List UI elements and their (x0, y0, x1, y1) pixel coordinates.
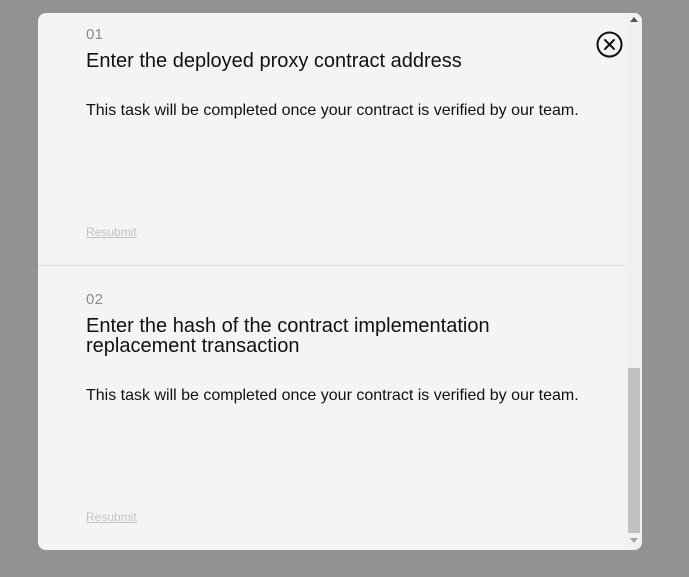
task-item: 02 Enter the hash of the contract implem… (38, 266, 625, 550)
scroll-up-arrow-icon[interactable] (630, 17, 638, 22)
task-description: This task will be completed once your co… (86, 387, 579, 404)
resubmit-link[interactable]: Resubmit (86, 510, 137, 524)
task-title: Enter the deployed proxy contract addres… (86, 50, 462, 72)
task-modal: 01 Enter the deployed proxy contract add… (38, 13, 642, 550)
modal-content: 01 Enter the deployed proxy contract add… (38, 13, 625, 550)
resubmit-link[interactable]: Resubmit (86, 225, 137, 239)
close-button[interactable] (596, 31, 623, 58)
vertical-scrollbar[interactable] (626, 13, 642, 550)
task-title: Enter the hash of the contract implement… (86, 315, 490, 357)
task-number: 01 (86, 26, 104, 43)
task-item: 01 Enter the deployed proxy contract add… (38, 13, 625, 266)
scrollbar-thumb[interactable] (628, 368, 640, 533)
task-number: 02 (86, 291, 104, 308)
scroll-down-arrow-icon[interactable] (630, 538, 638, 543)
close-circle-icon (596, 31, 623, 58)
task-description: This task will be completed once your co… (86, 102, 579, 119)
